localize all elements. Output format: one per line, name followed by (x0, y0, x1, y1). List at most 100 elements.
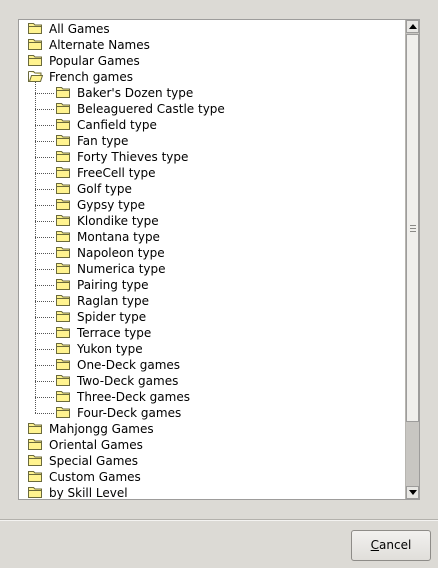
tree-item[interactable]: Mahjongg Games (19, 421, 405, 437)
tree-item-label: Terrace type (77, 326, 152, 340)
tree-item-label: Three-Deck games (77, 390, 190, 404)
tree-guide-line (35, 189, 54, 190)
folder-icon (56, 134, 71, 146)
scrollbar-grip-icon (410, 225, 416, 234)
tree-child-item[interactable]: Napoleon type (19, 245, 405, 261)
folder-icon (56, 230, 71, 242)
tree-item[interactable]: Alternate Names (19, 37, 405, 53)
tree-item[interactable]: by Skill Level (19, 485, 405, 499)
tree-item-label: Yukon type (77, 342, 143, 356)
folder-icon (28, 454, 43, 466)
tree-child-item[interactable]: Fan type (19, 133, 405, 149)
tree-guide-line (35, 221, 54, 222)
folder-icon (28, 470, 43, 482)
tree-item-expanded[interactable]: French games (19, 69, 405, 85)
tree-child-item[interactable]: Pairing type (19, 277, 405, 293)
folder-icon (56, 102, 71, 114)
tree-item-label: Forty Thieves type (77, 150, 189, 164)
folder-open-icon (28, 70, 44, 82)
tree-guide-line (35, 157, 54, 158)
tree-item-label: Pairing type (77, 278, 149, 292)
scroll-up-button[interactable] (406, 20, 419, 33)
tree-item-label: Klondike type (77, 214, 159, 228)
tree-item-label: Four-Deck games (77, 406, 182, 420)
tree-child-item[interactable]: Beleaguered Castle type (19, 101, 405, 117)
tree-guide-line (35, 125, 54, 126)
tree-item-label: Napoleon type (77, 246, 165, 260)
tree-child-item[interactable]: Montana type (19, 229, 405, 245)
tree-child-item[interactable]: Numerica type (19, 261, 405, 277)
tree-item-label: Spider type (77, 310, 147, 324)
tree-item[interactable]: Special Games (19, 453, 405, 469)
tree-item-label: Fan type (77, 134, 129, 148)
tree-child-item[interactable]: Two-Deck games (19, 373, 405, 389)
tree-item-label: Numerica type (77, 262, 166, 276)
tree-child-item[interactable]: Forty Thieves type (19, 149, 405, 165)
tree-child-item[interactable]: Gypsy type (19, 197, 405, 213)
tree-item-label: French games (49, 70, 133, 84)
tree-item-label: Two-Deck games (77, 374, 179, 388)
tree-item-label: Raglan type (77, 294, 149, 308)
tree-child-item[interactable]: Baker's Dozen type (19, 85, 405, 101)
tree-item-label: by Skill Level (49, 486, 128, 499)
folder-icon (56, 246, 71, 258)
tree-item-label: Beleaguered Castle type (77, 102, 225, 116)
tree-item-label: All Games (49, 22, 110, 36)
tree-item-label: Oriental Games (49, 438, 143, 452)
tree-item[interactable]: Oriental Games (19, 437, 405, 453)
tree-item-label: Canfield type (77, 118, 157, 132)
folder-icon (56, 294, 71, 306)
tree-child-item[interactable]: Golf type (19, 181, 405, 197)
folder-icon (56, 406, 71, 418)
tree-child-item[interactable]: Terrace type (19, 325, 405, 341)
folder-icon (56, 198, 71, 210)
tree-guide-line (35, 269, 54, 270)
tree-child-item[interactable]: FreeCell type (19, 165, 405, 181)
folder-icon (28, 38, 43, 50)
tree-item[interactable]: Popular Games (19, 53, 405, 69)
tree-item-label: Golf type (77, 182, 132, 196)
folder-icon (56, 214, 71, 226)
tree-guide-line (35, 82, 36, 413)
tree-guide-line (35, 397, 54, 398)
tree-child-item[interactable]: Raglan type (19, 293, 405, 309)
tree-item-label: Special Games (49, 454, 139, 468)
tree-guide-line (35, 349, 54, 350)
tree-item-label: FreeCell type (77, 166, 156, 180)
folder-icon (28, 486, 43, 498)
tree-guide-line (35, 141, 54, 142)
folder-icon (28, 422, 43, 434)
tree-guide-line (35, 253, 54, 254)
tree-guide-line (35, 205, 54, 206)
cancel-label: ancel (379, 538, 412, 552)
tree-child-item[interactable]: Four-Deck games (19, 405, 405, 421)
arrow-up-icon (409, 24, 417, 29)
cancel-mnemonic: C (370, 538, 380, 552)
scrollbar-thumb[interactable] (406, 34, 419, 422)
tree-item-label: Baker's Dozen type (77, 86, 194, 100)
vertical-scrollbar[interactable] (405, 20, 419, 499)
cancel-button[interactable]: Cancel (351, 530, 431, 561)
tree-child-item[interactable]: Yukon type (19, 341, 405, 357)
tree-item-label: Gypsy type (77, 198, 145, 212)
tree-item-label: One-Deck games (77, 358, 181, 372)
tree-item-label: Custom Games (49, 470, 141, 484)
tree-child-item[interactable]: One-Deck games (19, 357, 405, 373)
folder-icon (56, 262, 71, 274)
game-tree[interactable]: All Games Alternate Names Popular Games Fre… (19, 20, 405, 499)
tree-item[interactable]: Custom Games (19, 469, 405, 485)
tree-child-item[interactable]: Spider type (19, 309, 405, 325)
folder-icon (56, 118, 71, 130)
tree-child-item[interactable]: Three-Deck games (19, 389, 405, 405)
tree-guide-line (35, 237, 54, 238)
tree-guide-line (35, 109, 54, 110)
folder-icon (56, 390, 71, 402)
tree-child-item[interactable]: Klondike type (19, 213, 405, 229)
scroll-down-button[interactable] (406, 486, 419, 499)
tree-child-item[interactable]: Canfield type (19, 117, 405, 133)
folder-icon (56, 326, 71, 338)
tree-guide-line (35, 93, 54, 94)
tree-item-label: Popular Games (49, 54, 140, 68)
dialog-separator-highlight (0, 520, 438, 521)
tree-item[interactable]: All Games (19, 21, 405, 37)
